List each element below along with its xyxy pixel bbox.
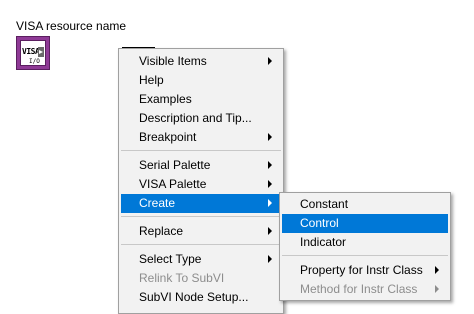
menu-item-subvi-node-setup[interactable]: SubVI Node Setup... [121, 288, 281, 307]
menu-separator [121, 150, 281, 151]
submenu-arrow-icon [268, 255, 272, 263]
menu-item-label: Create [139, 196, 176, 210]
submenu-arrow-icon [268, 57, 272, 65]
visa-icon: VISA I/O [20, 40, 46, 66]
menu-separator [282, 255, 448, 256]
submenu-arrow-icon [268, 180, 272, 188]
menu-item-label: Serial Palette [139, 158, 211, 172]
menu-item-label: Select Type [139, 252, 202, 266]
menu-item-label: Control [300, 216, 339, 230]
context-menu: Visible Items Help Examples Description … [118, 48, 284, 314]
menu-item-create[interactable]: Create [121, 194, 281, 213]
visa-resource-constant[interactable]: VISA I/O [16, 36, 50, 70]
submenu-arrow-icon [268, 161, 272, 169]
menu-item-replace[interactable]: Replace [121, 222, 281, 241]
menu-item-description-and-tip[interactable]: Description and Tip... [121, 109, 281, 128]
submenu-item-constant[interactable]: Constant [282, 195, 448, 214]
menu-item-label: Breakpoint [139, 130, 197, 144]
menu-item-label: Visible Items [139, 54, 207, 68]
menu-item-label: Relink To SubVI [139, 271, 225, 285]
menu-item-select-type[interactable]: Select Type [121, 250, 281, 269]
menu-item-label: Help [139, 73, 164, 87]
menu-item-label: VISA Palette [139, 177, 207, 191]
submenu-arrow-icon [268, 199, 272, 207]
output-arrow-icon [38, 47, 44, 57]
node-label: VISA resource name [16, 19, 127, 33]
menu-item-label: Indicator [300, 235, 347, 249]
menu-item-visa-palette[interactable]: VISA Palette [121, 175, 281, 194]
visa-icon-text: VISA [22, 47, 40, 56]
submenu-item-property-for-instr-class[interactable]: Property for Instr Class [282, 261, 448, 280]
menu-separator [121, 244, 281, 245]
create-submenu: Constant Control Indicator Property for … [279, 192, 451, 301]
submenu-arrow-icon [268, 133, 272, 141]
menu-item-label: Examples [139, 92, 192, 106]
submenu-item-method-for-instr-class: Method for Instr Class [282, 280, 448, 299]
menu-item-label: SubVI Node Setup... [139, 290, 249, 304]
menu-item-label: Method for Instr Class [300, 282, 418, 296]
menu-item-relink-to-subvi: Relink To SubVI [121, 269, 281, 288]
submenu-arrow-icon [435, 266, 439, 274]
submenu-item-control[interactable]: Control [282, 214, 448, 233]
menu-item-help[interactable]: Help [121, 71, 281, 90]
submenu-arrow-icon [435, 285, 439, 293]
menu-item-label: Constant [300, 197, 349, 211]
menu-item-serial-palette[interactable]: Serial Palette [121, 156, 281, 175]
submenu-arrow-icon [268, 227, 272, 235]
menu-item-label: Description and Tip... [139, 111, 252, 125]
menu-item-label: Replace [139, 224, 184, 238]
menu-item-examples[interactable]: Examples [121, 90, 281, 109]
menu-separator [121, 216, 281, 217]
submenu-item-indicator[interactable]: Indicator [282, 233, 448, 252]
menu-item-breakpoint[interactable]: Breakpoint [121, 128, 281, 147]
menu-item-label: Property for Instr Class [300, 263, 423, 277]
visa-icon-subtext: I/O [29, 58, 40, 65]
menu-item-visible-items[interactable]: Visible Items [121, 52, 281, 71]
